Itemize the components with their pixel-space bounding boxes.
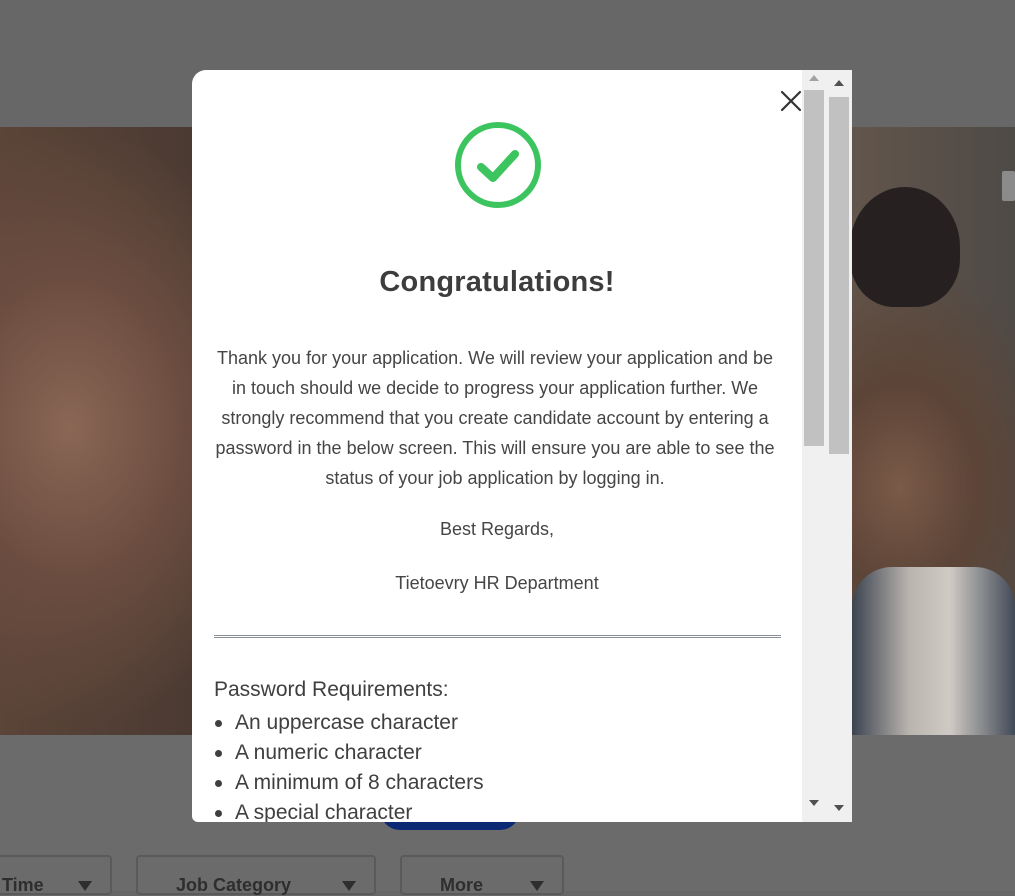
scrollbar-thumb[interactable]	[804, 90, 824, 446]
check-circle-icon	[455, 122, 541, 208]
password-requirements-heading: Password Requirements:	[214, 678, 449, 701]
modal-scrollbar[interactable]	[826, 70, 852, 822]
scroll-down-icon[interactable]	[834, 805, 844, 811]
filter-label: Time	[2, 875, 44, 895]
list-item: An uppercase character	[214, 708, 484, 738]
filter-label: More	[440, 875, 484, 895]
modal-title: Congratulations!	[379, 266, 615, 298]
modal-content: Congratulations! Thank you for your appl…	[192, 70, 802, 822]
list-item: A special character	[214, 798, 484, 822]
scroll-up-icon[interactable]	[834, 80, 844, 86]
application-success-modal: Congratulations! Thank you for your appl…	[192, 70, 852, 822]
chevron-down-icon	[342, 881, 356, 891]
scrollbar-thumb[interactable]	[829, 97, 849, 454]
divider	[214, 635, 781, 638]
chevron-down-icon	[78, 881, 92, 891]
password-requirements-list: An uppercase character A numeric charact…	[214, 708, 484, 822]
filter-label: Job Category	[176, 875, 292, 895]
confirmation-message: Thank you for your application. We will …	[215, 348, 775, 488]
signature-text: Tietoevry HR Department	[395, 573, 599, 593]
scroll-up-icon[interactable]	[809, 75, 819, 81]
chevron-down-icon	[530, 881, 544, 891]
filter-job-category-dropdown[interactable]: Job Category	[136, 855, 376, 895]
close-icon[interactable]	[778, 88, 802, 114]
content-scrollbar[interactable]	[802, 70, 826, 822]
filter-more-dropdown[interactable]: More	[400, 855, 564, 895]
list-item: A minimum of 8 characters	[214, 768, 484, 798]
scroll-down-icon[interactable]	[809, 800, 819, 806]
regards-text: Best Regards,	[439, 519, 555, 539]
list-item: A numeric character	[214, 738, 484, 768]
filter-time-dropdown[interactable]: Time	[0, 855, 112, 895]
